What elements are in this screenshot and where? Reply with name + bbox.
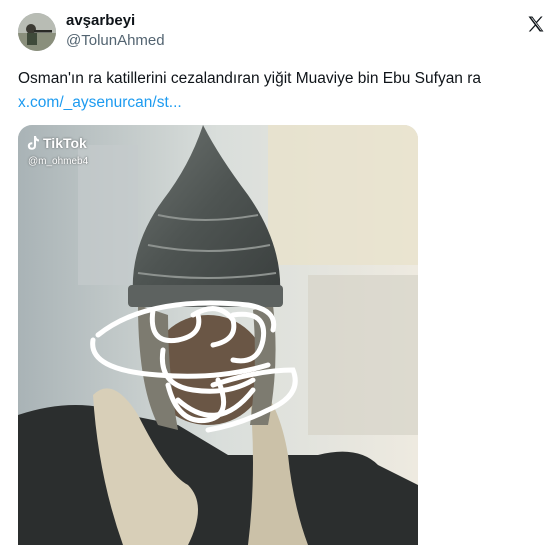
- x-logo-icon[interactable]: [526, 14, 546, 34]
- tiktok-watermark: TikTok: [26, 135, 87, 151]
- tiktok-icon: [27, 136, 39, 150]
- avatar-image: [18, 13, 56, 51]
- tiktok-username: @m_ohmeb4: [28, 156, 89, 167]
- media-video[interactable]: TikTok @m_ohmeb4: [18, 125, 418, 545]
- tiktok-brand: TikTok: [43, 135, 87, 151]
- tweet-body: Osman'ın ra katillerini cezalandıran yiğ…: [18, 70, 482, 87]
- tweet-link[interactable]: x.com/_aysenurcan/st...: [18, 91, 543, 115]
- user-handle[interactable]: @TolunAhmed: [66, 32, 165, 49]
- display-name[interactable]: avşarbeyi: [66, 12, 135, 29]
- avatar[interactable]: [18, 13, 56, 51]
- tweet-text: Osman'ın ra katillerini cezalandıran yiğ…: [18, 67, 543, 115]
- tweet-card[interactable]: avşarbeyi @TolunAhmed Osman'ın ra katill…: [0, 0, 547, 545]
- video-frame: [18, 125, 418, 545]
